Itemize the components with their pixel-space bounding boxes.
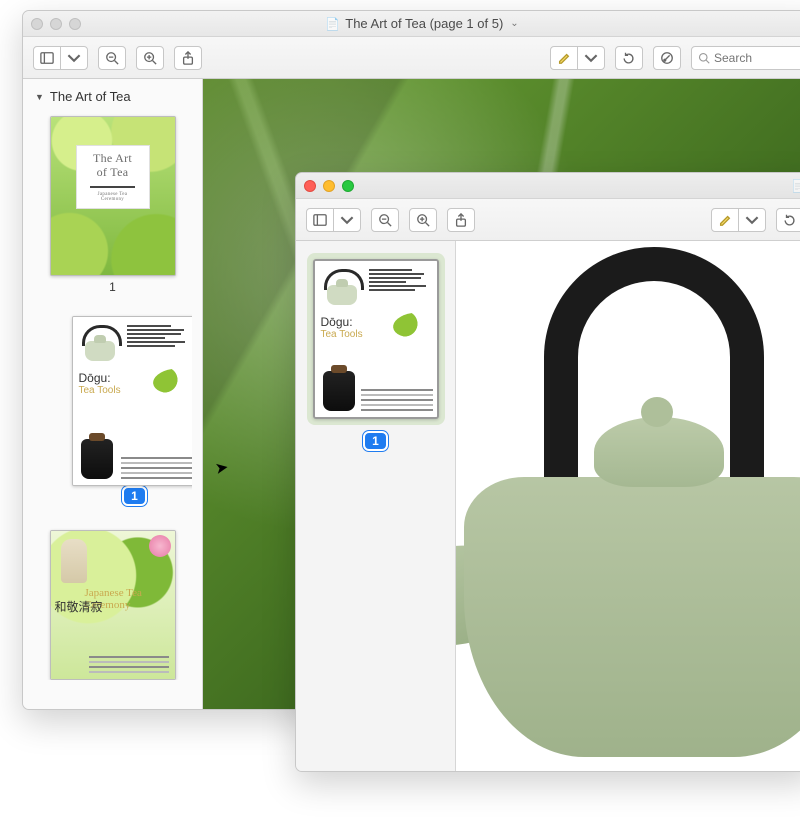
kanji-column: 和敬清寂 (55, 601, 103, 614)
chevron-down-icon: ⌄ (510, 18, 518, 29)
rotate-button[interactable] (776, 208, 800, 232)
zoom-dot[interactable] (69, 18, 81, 30)
highlight-dropdown[interactable] (577, 46, 605, 70)
sidebar-mode-dropdown[interactable] (60, 46, 88, 70)
child-titlebar[interactable]: 📄 (296, 173, 800, 199)
markup-group (550, 46, 605, 70)
sidebar-doc-title: The Art of Tea (50, 89, 131, 104)
zoom-out-button[interactable] (371, 208, 399, 232)
zoom-out-button[interactable] (98, 46, 126, 70)
jar-illustration (81, 439, 113, 479)
share-button[interactable] (174, 46, 202, 70)
minimize-dot[interactable] (323, 180, 335, 192)
zoom-in-button[interactable] (409, 208, 437, 232)
main-titlebar[interactable]: 📄 The Art of Tea (page 1 of 5) ⌄ (23, 11, 800, 37)
markup-toolbar-button[interactable] (653, 46, 681, 70)
sidebar-mode-group (33, 46, 88, 70)
disclosure-triangle-icon[interactable]: ▼ (35, 92, 44, 102)
minimize-dot[interactable] (50, 18, 62, 30)
kettle-illustration (79, 323, 121, 367)
whisk-illustration (61, 539, 87, 583)
cover-subtitle: Japanese Tea Ceremony (90, 186, 135, 204)
sidebar-toggle-button[interactable] (306, 208, 334, 232)
search-field[interactable] (691, 46, 800, 70)
sidebar-doc-header[interactable]: ▼ The Art of Tea (33, 85, 192, 112)
child-thumbnails-sidebar: Dōgu: Tea Tools 1 (296, 241, 456, 771)
page-number-label: 1 (109, 280, 116, 294)
markup-group (711, 208, 766, 232)
child-toolbar (296, 199, 800, 241)
document-icon: 📄 (791, 179, 800, 193)
zoom-dot[interactable] (342, 180, 354, 192)
cover-title-line1: The Art (93, 152, 132, 166)
cover-title-line2: of Tea (97, 166, 129, 180)
thumb-page-1[interactable]: The Art of Tea Japanese Tea Ceremony 1 (50, 116, 176, 294)
jar-illustration (323, 371, 355, 411)
traffic-lights (31, 18, 81, 30)
zoom-in-button[interactable] (136, 46, 164, 70)
thumbnails-sidebar: ▼ The Art of Tea The Art of Tea Japanese… (23, 79, 203, 709)
close-dot[interactable] (304, 180, 316, 192)
preview-child-window: 📄 (295, 172, 800, 772)
window-title-text: The Art of Tea (page 1 of 5) (345, 16, 503, 31)
page-badge: 1 (363, 431, 388, 451)
window-title[interactable]: 📄 The Art of Tea (page 1 of 5) ⌄ (325, 16, 518, 31)
thumb-page-2-dragging[interactable]: Dōgu: Tea Tools 1 (72, 316, 193, 506)
sidebar-mode-dropdown[interactable] (333, 208, 361, 232)
kettle-illustration (321, 267, 363, 311)
highlight-button[interactable] (550, 46, 578, 70)
sidebar-toggle-button[interactable] (33, 46, 61, 70)
highlight-dropdown[interactable] (738, 208, 766, 232)
main-toolbar (23, 37, 800, 79)
thumb-page-3[interactable]: Japanese Tea Ceremony 和敬清寂 (50, 530, 176, 680)
document-icon: 📄 (325, 17, 340, 31)
search-icon (698, 52, 710, 64)
close-dot[interactable] (31, 18, 43, 30)
teapot-illustration (456, 247, 800, 747)
thumb-page-1-selected[interactable]: Dōgu: Tea Tools 1 (307, 253, 445, 451)
thumbnail-list: The Art of Tea Japanese Tea Ceremony 1 (33, 112, 192, 680)
highlight-button[interactable] (711, 208, 739, 232)
share-button[interactable] (447, 208, 475, 232)
traffic-lights (304, 180, 354, 192)
search-input[interactable] (714, 51, 794, 65)
drag-count-badge: 1 (122, 486, 147, 506)
child-document-viewer[interactable] (456, 241, 800, 771)
rotate-button[interactable] (615, 46, 643, 70)
flower-illustration (149, 535, 171, 557)
sidebar-mode-group (306, 208, 361, 232)
